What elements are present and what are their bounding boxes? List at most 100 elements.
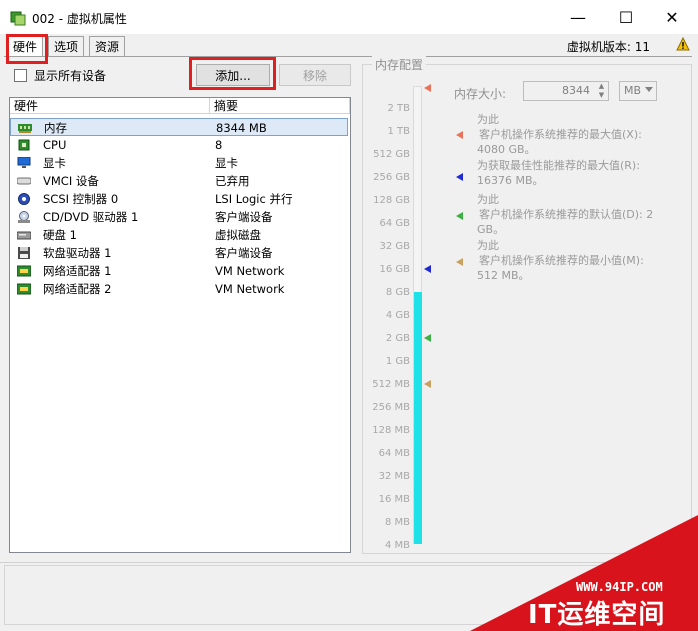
scale-tick-label: 8 GB <box>385 287 410 298</box>
show-all-devices-label: 显示所有设备 <box>34 69 107 83</box>
legend-default-text: 客户机操作系统推荐的默认值(D): 2 <box>479 208 654 221</box>
vm-version-label: 虚拟机版本: 11 <box>566 40 650 54</box>
scale-tick-label: 512 MB <box>372 379 410 390</box>
legend-min-icon <box>456 258 463 266</box>
device-summary: 显卡 <box>215 156 238 170</box>
cpu-icon <box>18 139 30 151</box>
legend-min-value: 512 MB。 <box>477 269 530 282</box>
device-summary: 已弃用 <box>215 174 250 188</box>
legend-min-text: 客户机操作系统推荐的最小值(M): <box>479 254 644 267</box>
device-summary: VM Network <box>215 264 285 278</box>
legend-best-icon <box>456 173 463 181</box>
scale-tick-label: 8 MB <box>384 517 410 528</box>
device-row-memory[interactable]: 内存 8344 MB <box>10 118 348 136</box>
scale-tick-label: 4 MB <box>384 540 410 551</box>
tab-divider <box>4 56 692 57</box>
watermark-url: WWW.94IP.COM <box>576 580 663 594</box>
tab-options[interactable]: 选项 <box>48 36 85 57</box>
memory-size-spinner[interactable]: ▲ ▼ <box>595 82 608 100</box>
scale-tick-label: 32 GB <box>379 241 410 252</box>
highlight-box-add <box>189 57 276 90</box>
min-recommended-marker <box>424 380 431 388</box>
window-title: 002 - 虚拟机属性 <box>32 12 127 26</box>
device-row-floppy[interactable]: 软盘驱动器 1 客户端设备 <box>10 244 348 262</box>
vm-app-icon <box>10 11 26 26</box>
legend-default-title: 为此 <box>477 193 499 206</box>
legend-default: 为此 客户机操作系统推荐的默认值(D): 2 GB。 <box>477 192 677 237</box>
device-row-cd-dvd[interactable]: CD/DVD 驱动器 1 客户端设备 <box>10 208 348 226</box>
legend-default-value: GB。 <box>477 223 505 236</box>
legend-max-title: 为此 <box>477 113 499 126</box>
device-name: 显卡 <box>43 156 66 170</box>
highlight-box-tab <box>6 34 48 64</box>
best-performance-marker <box>424 265 431 273</box>
device-summary: VM Network <box>215 282 285 296</box>
device-name: CPU <box>43 138 67 152</box>
device-row-network-1[interactable]: 网络适配器 1 VM Network <box>10 262 348 280</box>
device-name: CD/DVD 驱动器 1 <box>43 210 139 224</box>
scsi-icon <box>18 193 30 205</box>
scale-tick-label: 2 TB <box>387 103 410 114</box>
chevron-down-icon <box>645 87 653 92</box>
memory-slider-fill <box>414 292 422 544</box>
device-summary: 8 <box>215 138 223 152</box>
memory-size-label: 内存大小: <box>454 87 507 101</box>
device-row-vmci[interactable]: VMCI 设备 已弃用 <box>10 172 348 190</box>
device-summary: 客户端设备 <box>215 246 273 260</box>
device-row-hard-disk[interactable]: 硬盘 1 虚拟磁盘 <box>10 226 348 244</box>
default-marker <box>424 334 431 342</box>
device-row-scsi[interactable]: SCSI 控制器 0 LSI Logic 并行 <box>10 190 348 208</box>
device-name: 网络适配器 1 <box>43 264 112 278</box>
scale-tick-label: 256 MB <box>372 402 410 413</box>
tab-resources[interactable]: 资源 <box>89 36 126 57</box>
scale-tick-label: 128 MB <box>372 425 410 436</box>
scale-tick-label: 32 MB <box>378 471 410 482</box>
device-name: SCSI 控制器 0 <box>43 192 119 206</box>
legend-best-value: 16376 MB。 <box>477 174 544 187</box>
scale-tick-label: 128 GB <box>373 195 410 206</box>
maximize-button[interactable]: ☐ <box>604 4 648 30</box>
device-row-network-2[interactable]: 网络适配器 2 VM Network <box>10 280 348 298</box>
device-row-display[interactable]: 显卡 显卡 <box>10 154 348 172</box>
scale-tick-label: 16 MB <box>378 494 410 505</box>
column-header-hardware[interactable]: 硬件 <box>10 98 210 114</box>
legend-min: 为此 客户机操作系统推荐的最小值(M): 512 MB。 <box>477 238 644 283</box>
scale-tick-label: 1 TB <box>387 126 410 137</box>
legend-max-icon <box>456 131 463 139</box>
legend-min-title: 为此 <box>477 239 499 252</box>
device-name: 内存 <box>44 121 67 135</box>
cd-dvd-icon <box>18 211 30 223</box>
device-name: 软盘驱动器 1 <box>43 246 112 260</box>
scale-tick-label: 64 GB <box>379 218 410 229</box>
scale-tick-label: 16 GB <box>379 264 410 275</box>
device-list[interactable]: 硬件 摘要 内存 8344 MB CPU 8 显卡 显卡 VMCI 设备 已弃用… <box>9 97 351 553</box>
show-all-devices-checkbox[interactable] <box>14 69 27 82</box>
scale-tick-label: 2 GB <box>385 333 410 344</box>
device-summary: 虚拟磁盘 <box>215 228 261 242</box>
legend-max: 为此 客户机操作系统推荐的最大值(X): 4080 GB。 <box>477 112 642 157</box>
floppy-icon <box>18 247 30 259</box>
scale-tick-label: 1 GB <box>385 356 410 367</box>
device-summary: 客户端设备 <box>215 210 273 224</box>
help-warning-icon[interactable] <box>676 37 690 51</box>
device-summary: LSI Logic 并行 <box>215 192 293 206</box>
column-header-summary[interactable]: 摘要 <box>210 98 350 114</box>
vmci-icon <box>17 177 31 185</box>
legend-max-text: 客户机操作系统推荐的最大值(X): <box>479 128 642 141</box>
scale-tick-label: 512 GB <box>373 149 410 160</box>
legend-best: 为获取最佳性能推荐的最大值(R): 16376 MB。 <box>477 158 640 188</box>
device-name: VMCI 设备 <box>43 174 99 188</box>
memory-config-title: 内存配置 <box>372 56 427 73</box>
network-icon <box>17 265 31 277</box>
minimize-button[interactable]: — <box>556 4 600 30</box>
legend-max-value: 4080 GB。 <box>477 143 536 156</box>
device-row-cpu[interactable]: CPU 8 <box>10 136 348 154</box>
close-button[interactable]: ✕ <box>650 4 694 30</box>
hard-disk-icon <box>17 231 31 240</box>
device-summary: 8344 MB <box>216 121 267 135</box>
legend-default-icon <box>456 212 463 220</box>
scale-tick-label: 64 MB <box>378 448 410 459</box>
watermark-brand: IT运维空间 <box>528 600 666 630</box>
remove-device-button[interactable]: 移除 <box>279 64 351 86</box>
scale-tick-label: 256 GB <box>373 172 410 183</box>
